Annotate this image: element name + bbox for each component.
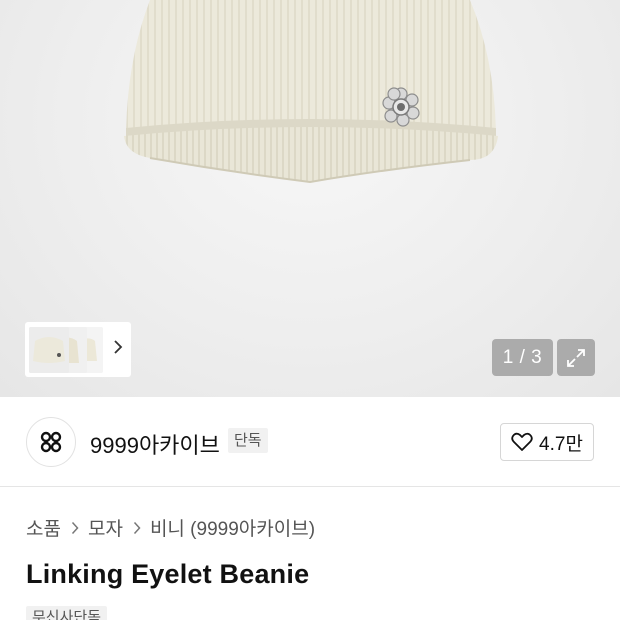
like-count: 4.7만 (539, 433, 583, 455)
thumbnail-strip[interactable] (25, 322, 131, 377)
chevron-right-icon[interactable] (113, 339, 123, 360)
like-button[interactable]: 4.7만 (500, 423, 594, 461)
expand-button[interactable] (557, 339, 595, 376)
exclusive-badge: 단독 (228, 428, 268, 453)
brand-row: 9999아카이브 단독 4.7만 (0, 397, 620, 487)
thumbnail-1[interactable] (29, 326, 69, 373)
chevron-right-icon (133, 521, 141, 535)
brand-logo[interactable] (26, 417, 76, 467)
breadcrumb-item-beanie[interactable]: 비니 (9999아카이브) (150, 514, 315, 541)
musinsa-exclusive-tag: 무신사단독 (26, 606, 108, 620)
brand-name-link[interactable]: 9999아카이브 (90, 428, 220, 460)
product-image-gallery[interactable]: 1 / 3 (0, 0, 620, 397)
breadcrumb-item-accessories[interactable]: 소품 (26, 514, 61, 541)
breadcrumb-item-hats[interactable]: 모자 (88, 514, 123, 541)
breadcrumb: 소품 모자 비니 (9999아카이브) (26, 514, 315, 541)
image-counter: 1 / 3 (492, 339, 553, 376)
brand-logo-icon (40, 431, 62, 453)
thumbnail-stack[interactable] (29, 326, 105, 373)
product-title: Linking Eyelet Beanie (26, 559, 310, 589)
heart-icon (511, 432, 533, 451)
expand-icon (567, 348, 585, 367)
chevron-right-icon (71, 521, 79, 535)
